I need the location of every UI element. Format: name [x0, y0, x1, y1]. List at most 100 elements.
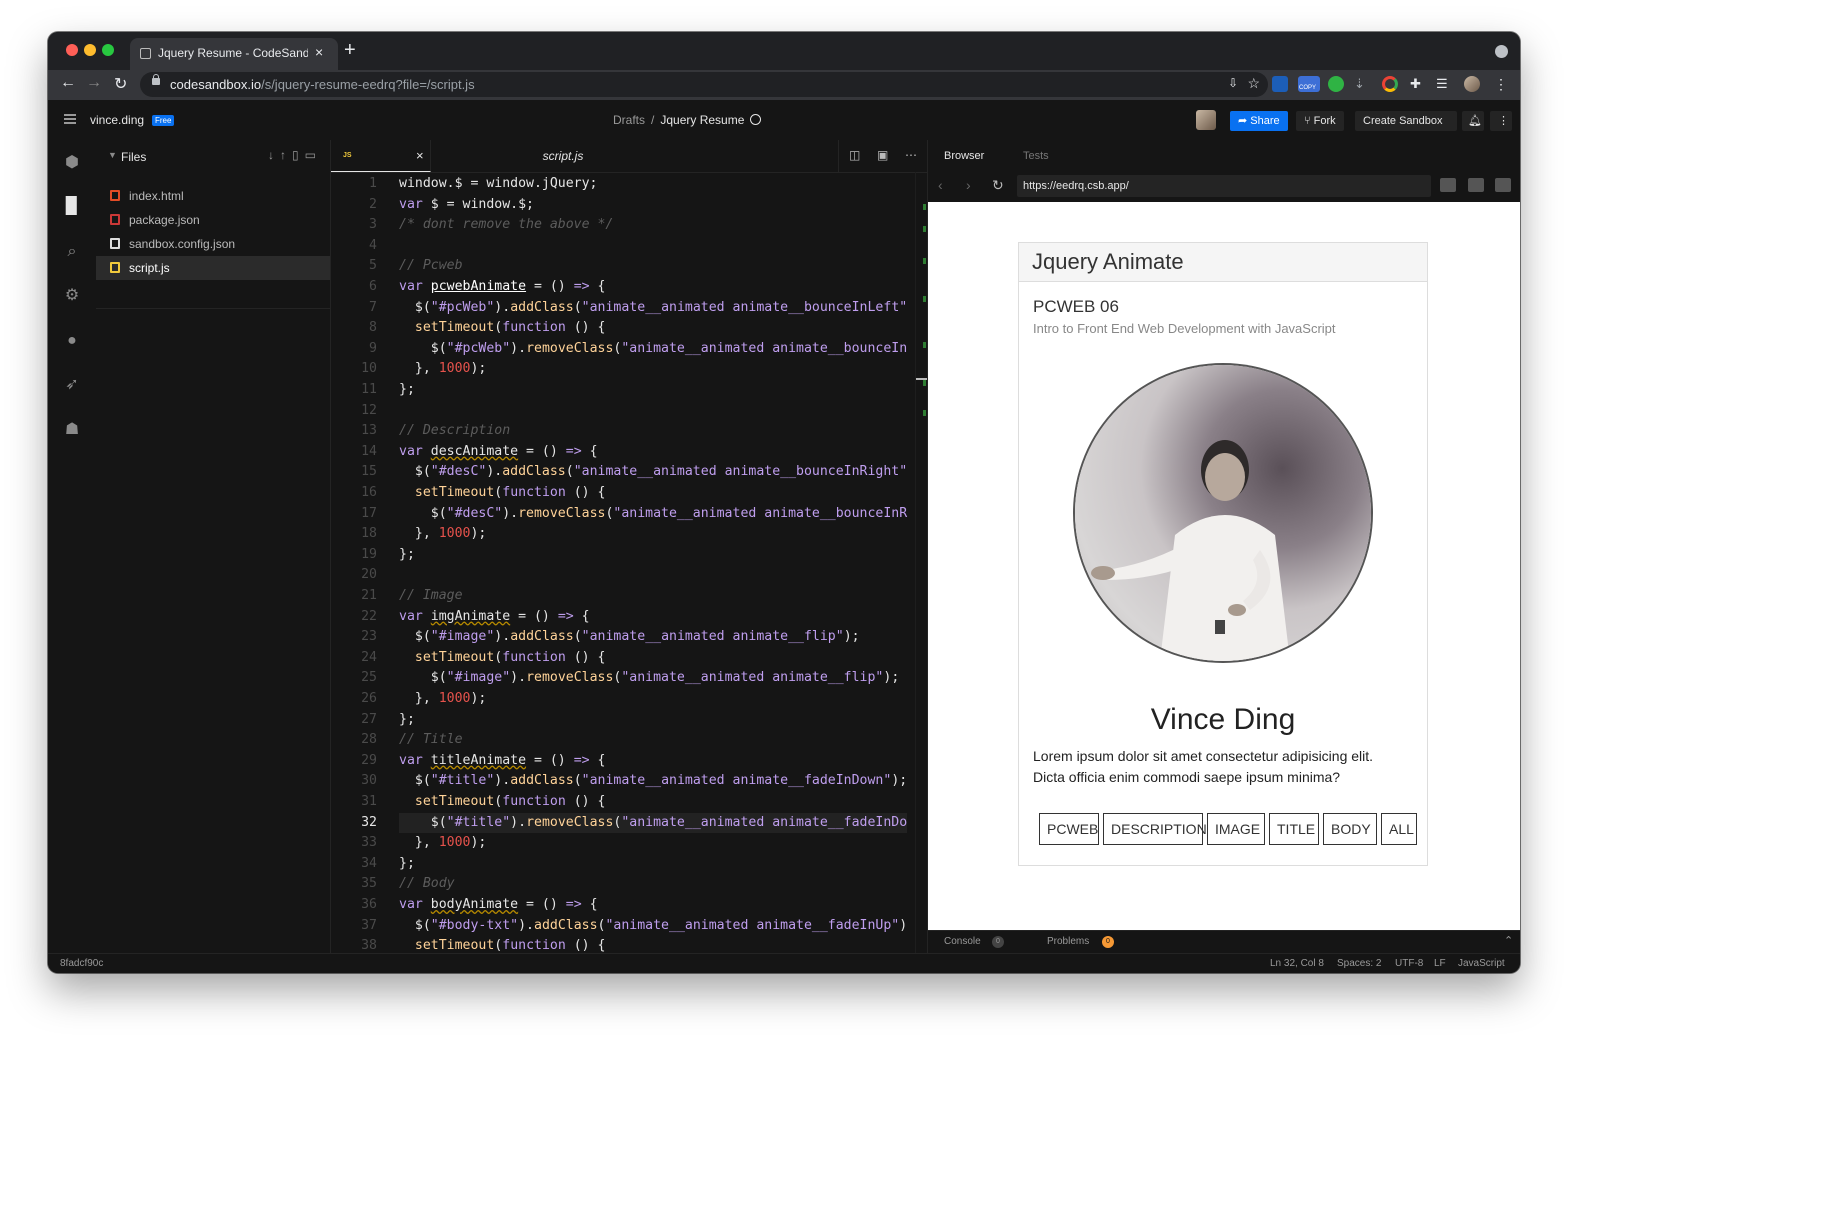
animate-title-button[interactable]: TITLE	[1269, 813, 1319, 845]
browser-tab[interactable]: Jquery Resume - CodeSandbox ×	[130, 38, 338, 70]
deploy-rocket-icon[interactable]: ➶	[63, 376, 81, 394]
code-line[interactable]: 30 $("#title").addClass("animate__animat…	[331, 771, 927, 792]
file-item[interactable]: script.js	[96, 256, 330, 280]
code-line[interactable]: 9 $("#pcWeb").removeClass("animate__anim…	[331, 339, 927, 360]
code-line[interactable]: 12	[331, 401, 927, 422]
code-line[interactable]: 17 $("#desC").removeClass("animate__anim…	[331, 504, 927, 525]
preview-open-window-icon[interactable]	[1468, 178, 1484, 192]
animate-all-button[interactable]: ALL	[1381, 813, 1417, 845]
code-line[interactable]: 3 /* dont remove the above */	[331, 215, 927, 236]
code-line[interactable]: 10 }, 1000);	[331, 359, 927, 380]
cursor-position[interactable]: Ln 32, Col 8	[1270, 958, 1324, 969]
explorer-files-icon[interactable]: ▉	[63, 198, 81, 216]
code-line[interactable]: 32 $("#title").removeClass("animate__ani…	[331, 812, 927, 834]
editor-tab-script-js[interactable]: JS script.js ×	[331, 140, 583, 172]
code-line[interactable]: 6 var pcwebAnimate = () => {	[331, 277, 927, 298]
workspace-username[interactable]: vince.ding	[90, 113, 144, 127]
extension-green-icon[interactable]	[1328, 76, 1344, 92]
code-line[interactable]: 37 $("#body-txt").addClass("animate__ani…	[331, 916, 927, 937]
reading-list-icon[interactable]: ☰	[1436, 76, 1452, 92]
animate-image-button[interactable]: IMAGE	[1207, 813, 1265, 845]
code-line[interactable]: 2 var $ = window.$;	[331, 195, 927, 216]
code-line[interactable]: 25 $("#image").removeClass("animate__ani…	[331, 668, 927, 689]
code-area[interactable]: 1 window.$ = window.jQuery; 2 var $ = windo…	[331, 172, 927, 953]
preview-toggle-icon[interactable]: ▣	[877, 148, 888, 162]
preview-forward-icon[interactable]: ›	[966, 177, 971, 193]
code-line[interactable]: 29 var titleAnimate = () => {	[331, 751, 927, 772]
file-item[interactable]: package.json	[96, 208, 330, 232]
minimize-window-button[interactable]	[84, 44, 96, 56]
close-tab-icon[interactable]: ×	[416, 148, 424, 163]
code-line[interactable]: 16 setTimeout(function () {	[331, 483, 927, 504]
new-tab-icon[interactable]: +	[344, 40, 356, 60]
code-line[interactable]: 24 setTimeout(function () {	[331, 648, 927, 669]
code-line[interactable]: 38 setTimeout(function () {	[331, 936, 927, 953]
file-encoding[interactable]: UTF-8	[1395, 958, 1423, 969]
bookmark-star-icon[interactable]: ☆	[1247, 75, 1260, 92]
code-line[interactable]: 26 }, 1000);	[331, 689, 927, 710]
close-tab-icon[interactable]: ×	[315, 44, 323, 60]
split-view-icon[interactable]: ◫	[849, 148, 860, 162]
code-line[interactable]: 11};	[331, 380, 927, 401]
animate-pcweb-button[interactable]: PCWEB	[1039, 813, 1099, 845]
user-avatar[interactable]	[1196, 110, 1216, 130]
menu-icon[interactable]	[64, 114, 76, 124]
crumb-drafts[interactable]: Drafts	[613, 113, 645, 127]
file-item[interactable]: index.html	[96, 184, 330, 208]
code-line[interactable]: 33 }, 1000);	[331, 833, 927, 854]
animate-body-button[interactable]: BODY	[1323, 813, 1377, 845]
notifications-bell-icon[interactable]: 🔔︎	[1462, 111, 1484, 131]
code-line[interactable]: 20	[331, 565, 927, 586]
code-line[interactable]: 34};	[331, 854, 927, 875]
code-line[interactable]: 14 var descAnimate = () => {	[331, 442, 927, 463]
create-sandbox-button[interactable]: Create Sandbox	[1355, 111, 1457, 131]
collapse-chevron-icon[interactable]: ▼	[108, 150, 117, 160]
code-line[interactable]: 18 }, 1000);	[331, 524, 927, 545]
install-app-icon[interactable]: ⇩	[1228, 76, 1238, 90]
profile-avatar-icon[interactable]	[1464, 76, 1480, 92]
settings-gear-icon[interactable]: ⚙	[63, 287, 81, 305]
problems-tab[interactable]: Problems	[1047, 936, 1089, 947]
back-arrow-icon[interactable]: ←	[60, 74, 76, 92]
file-item[interactable]: sandbox.config.json	[96, 232, 330, 256]
download-icon[interactable]: ⇣	[1354, 76, 1370, 92]
animate-description-button[interactable]: DESCRIPTION	[1103, 813, 1207, 845]
live-collab-icon[interactable]: ☗	[63, 421, 81, 439]
preview-layout-icon[interactable]	[1495, 178, 1511, 192]
preview-back-icon[interactable]: ‹	[938, 177, 943, 193]
more-options-icon[interactable]: ⋮	[1490, 111, 1512, 131]
maximize-window-button[interactable]	[102, 44, 114, 56]
code-line[interactable]: 27};	[331, 710, 927, 731]
code-line[interactable]: 19};	[331, 545, 927, 566]
search-icon[interactable]: ⌕	[63, 243, 81, 261]
extension-copy-icon[interactable]: COPY	[1298, 76, 1320, 92]
explorer-header[interactable]: ▼ Files ↓↑▯▭	[96, 140, 330, 172]
share-button[interactable]: ➦ Share	[1230, 111, 1288, 131]
code-line[interactable]: 4	[331, 236, 927, 257]
line-ending[interactable]: LF	[1434, 958, 1446, 969]
code-line[interactable]: 1 window.$ = window.jQuery;	[331, 174, 927, 195]
preview-devtools-icon[interactable]	[1440, 178, 1456, 192]
code-line[interactable]: 15 $("#desC").addClass("animate__animate…	[331, 462, 927, 483]
preview-refresh-icon[interactable]: ↻	[992, 177, 1004, 194]
tab-tests[interactable]: Tests	[1023, 150, 1049, 162]
expand-panel-icon[interactable]: ⌃	[1504, 934, 1513, 947]
fork-button[interactable]: ⑂ Fork	[1296, 111, 1344, 131]
extension-s-icon[interactable]	[1272, 76, 1288, 92]
tab-browser[interactable]: Browser	[944, 150, 984, 162]
code-line[interactable]: 23 $("#image").addClass("animate__animat…	[331, 627, 927, 648]
code-line[interactable]: 7 $("#pcWeb").addClass("animate__animate…	[331, 298, 927, 319]
code-line[interactable]: 5 // Pcweb	[331, 256, 927, 277]
github-icon[interactable]: ●	[63, 332, 81, 350]
project-info-icon[interactable]: ⬢	[63, 154, 81, 172]
code-line[interactable]: 36 var bodyAnimate = () => {	[331, 895, 927, 916]
extension-color-icon[interactable]	[1382, 76, 1398, 92]
crumb-sandbox-name[interactable]: Jquery Resume	[660, 113, 744, 127]
reload-icon[interactable]: ↻	[114, 74, 127, 94]
code-line[interactable]: 28 // Title	[331, 730, 927, 751]
close-window-button[interactable]	[66, 44, 78, 56]
tab-search-icon[interactable]	[1495, 45, 1508, 58]
code-line[interactable]: 35 // Body	[331, 874, 927, 895]
console-tab[interactable]: Console	[944, 936, 981, 947]
indent-setting[interactable]: Spaces: 2	[1337, 958, 1381, 969]
